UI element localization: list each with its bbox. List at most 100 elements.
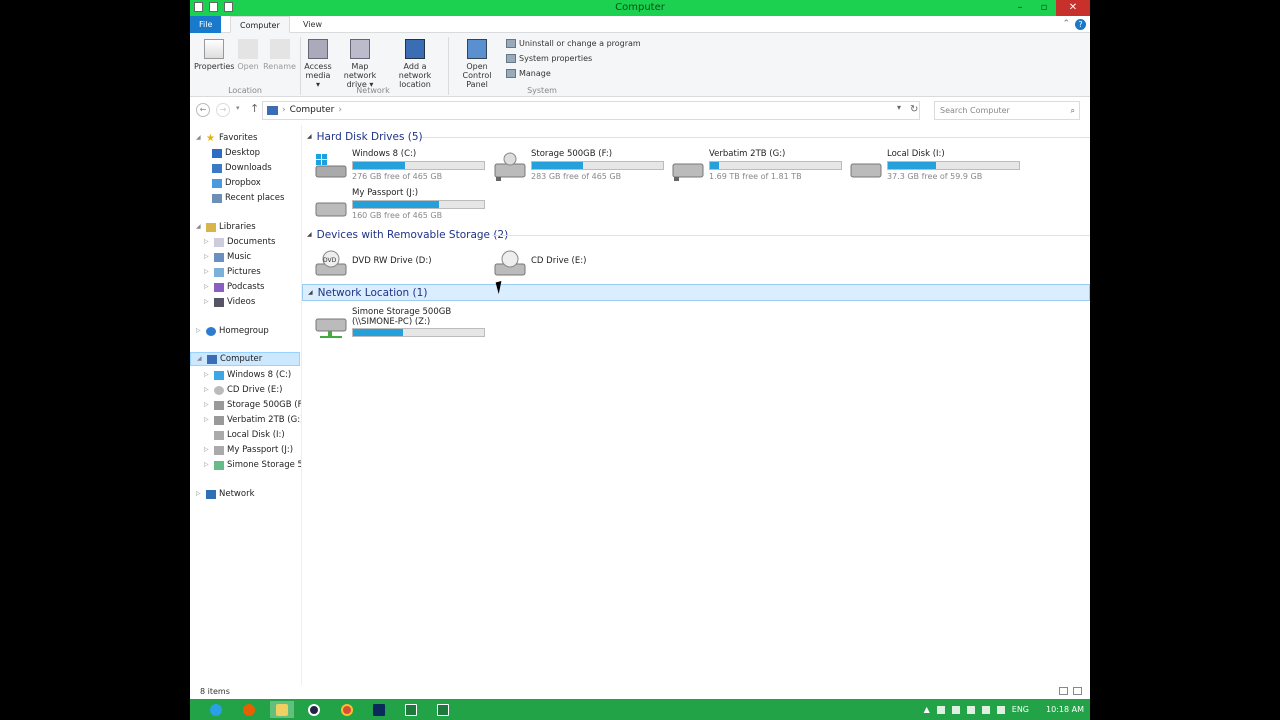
nav-network[interactable]: ▷ Network [196,487,255,501]
close-button[interactable]: ✕ [1056,0,1090,16]
excel-2-icon[interactable] [431,701,455,718]
nav-favorites[interactable]: ◢ ★ Favorites [196,131,257,145]
nav-pictures[interactable]: ▷ Pictures [204,265,261,279]
uninstall-program-button[interactable]: Uninstall or change a program [506,39,641,48]
expand-icon[interactable]: ▷ [196,324,203,338]
nav-podcasts[interactable]: ▷ Podcasts [204,280,265,294]
nav-drive-i[interactable]: Local Disk (I:) [204,428,285,442]
properties-button[interactable]: Properties [194,39,234,71]
maximize-button[interactable]: ▫ [1032,0,1056,16]
nav-music[interactable]: ▷ Music [204,250,251,264]
breadcrumb-computer[interactable]: Computer [290,102,335,119]
nav-drive-e[interactable]: ▷ CD Drive (E:) [204,383,282,397]
nav-desktop[interactable]: Desktop [212,146,260,160]
drive-item-c[interactable]: Windows 8 (C:) 276 GB free of 465 GB [314,149,489,185]
tab-view[interactable]: View [294,16,331,33]
address-dropdown-icon[interactable]: ▾ [897,103,901,112]
large-icons-view-icon[interactable] [1073,687,1082,695]
drive-item-i[interactable]: Local Disk (I:) 37.3 GB free of 59.9 GB [849,149,1024,185]
nav-dropbox[interactable]: Dropbox [212,176,261,190]
expand-icon[interactable]: ▷ [204,295,211,309]
tray-power-icon[interactable] [966,705,975,714]
expand-icon[interactable]: ▷ [196,487,203,501]
nav-drive-j[interactable]: ▷ My Passport (J:) [204,443,293,457]
tray-app-icon[interactable] [951,705,960,714]
forward-button[interactable]: → [216,103,230,117]
expand-icon[interactable]: ▷ [204,413,211,427]
app-icon[interactable] [302,701,326,718]
minimize-button[interactable]: – [1008,0,1032,16]
address-box[interactable]: › Computer › [262,101,920,120]
nav-videos[interactable]: ▷ Videos [204,295,255,309]
search-input[interactable]: Search Computer ⌕ [934,101,1080,120]
tab-computer[interactable]: Computer [230,16,290,33]
nav-downloads[interactable]: Downloads [212,161,272,175]
collapse-icon[interactable]: ◢ [197,352,204,366]
expand-icon[interactable]: ▷ [204,443,211,457]
back-button[interactable]: ← [196,103,210,117]
drive-item-d[interactable]: DVD DVD RW Drive (D:) [314,247,489,283]
expand-icon[interactable]: ▷ [204,280,211,294]
nav-drive-z[interactable]: ▷Simone Storage 500 [204,458,301,472]
open-button[interactable]: Open [234,39,262,71]
drive-item-f[interactable]: Storage 500GB (F:) 283 GB free of 465 GB [493,149,668,185]
group-header-removable[interactable]: ◢ Devices with Removable Storage (2) [302,227,1090,243]
nav-documents[interactable]: ▷ Documents [204,235,275,249]
network-tray-icon[interactable] [996,705,1005,714]
minimize-ribbon-icon[interactable]: ⌃ [1062,19,1070,29]
language-indicator[interactable]: ENG [1012,705,1029,714]
nav-drive-f[interactable]: ▷ Storage 500GB (F:) [204,398,301,412]
tab-file[interactable]: File [190,16,222,33]
expand-icon[interactable]: ▷ [204,368,211,382]
refresh-icon[interactable]: ↻ [910,104,918,115]
recent-locations-icon[interactable]: ▾ [236,104,240,112]
show-hidden-icons-icon[interactable]: ▲ [924,705,930,714]
excel-icon[interactable] [399,701,423,718]
ie-icon[interactable] [204,701,228,718]
expand-icon[interactable]: ▷ [204,250,211,264]
drive-item-e[interactable]: CD Drive (E:) [493,247,668,283]
hard-drive-icon [494,152,526,181]
details-view-icon[interactable] [1059,687,1068,695]
collapse-icon[interactable]: ◢ [307,227,312,243]
collapse-icon[interactable]: ◢ [307,129,312,145]
expand-icon[interactable]: ▷ [204,398,211,412]
drive-item-j[interactable]: My Passport (J:) 160 GB free of 465 GB [314,188,489,224]
volume-icon[interactable] [981,705,990,714]
collapse-icon[interactable]: ◢ [196,220,203,234]
chrome-icon[interactable] [335,701,359,718]
group-header-network[interactable]: ◢ Network Location (1) [302,284,1090,301]
firefox-icon[interactable] [237,701,261,718]
nav-computer[interactable]: ◢ Computer [190,352,300,366]
nav-drive-c[interactable]: ▷ Windows 8 (C:) [204,368,291,382]
system-properties-button[interactable]: System properties [506,54,592,63]
expand-icon[interactable]: ▷ [204,235,211,249]
nav-homegroup[interactable]: ▷ Homegroup [196,324,269,338]
breadcrumb-chevron-icon[interactable]: › [282,102,286,119]
access-media-button[interactable]: Access media ▾ [303,39,333,89]
up-button[interactable]: ↑ [250,102,259,115]
collapse-icon[interactable]: ◢ [196,131,203,145]
breadcrumb-chevron-icon[interactable]: › [338,102,342,119]
expand-icon[interactable]: ▷ [204,458,211,472]
expand-icon[interactable]: ▷ [204,383,211,397]
clock[interactable]: 10:18 AM [1046,705,1084,714]
rename-button[interactable]: Rename [263,39,296,71]
manage-button[interactable]: Manage [506,69,551,78]
help-icon[interactable]: ? [1075,19,1086,30]
drive-item-g[interactable]: Verbatim 2TB (G:) 1.69 TB free of 1.81 T… [671,149,846,185]
group-header-hdd[interactable]: ◢ Hard Disk Drives (5) [302,129,1090,145]
nav-recent-places[interactable]: Recent places [212,191,284,205]
tray-flag-icon[interactable] [936,705,945,714]
open-control-panel-button[interactable]: Open Control Panel [452,39,502,89]
drive-item-z[interactable]: Simone Storage 500GB (\\SIMONE-PC) (Z:) [314,307,489,343]
network-icon [206,489,216,499]
nav-drive-g[interactable]: ▷ Verbatim 2TB (G:) [204,413,301,427]
file-explorer-icon[interactable] [270,701,294,718]
collapse-icon[interactable]: ◢ [308,285,313,301]
nav-libraries[interactable]: ◢ Libraries [196,220,256,234]
photoshop-icon[interactable] [367,701,391,718]
map-network-drive-button[interactable]: Map network drive ▾ [335,39,385,89]
expand-icon[interactable]: ▷ [204,265,211,279]
add-network-location-button[interactable]: Add a network location [387,39,443,89]
